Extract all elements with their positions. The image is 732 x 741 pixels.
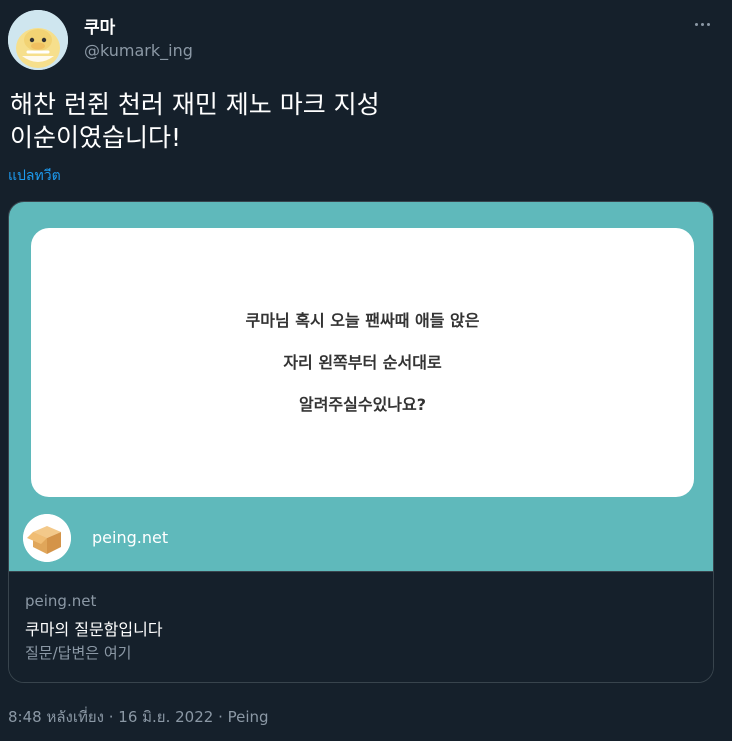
tweet-source[interactable]: Peing [228, 708, 269, 726]
question-line: 쿠마님 혹시 오늘 팬싸때 애들 앉은 [245, 310, 480, 330]
card-info[interactable]: peing.net 쿠마의 질문함입니다 질문/답변은 여기 [9, 571, 713, 682]
meta-separator: · [213, 708, 228, 726]
tweet-text-line: 해찬 런쥔 천러 재민 제노 마크 지성 [10, 90, 380, 119]
question-line: 자리 왼쪽부터 순서대로 [283, 352, 442, 372]
more-options-button[interactable] [690, 12, 714, 36]
question-line: 알려주실수있나요? [298, 394, 427, 414]
site-name: peing.net [92, 528, 169, 547]
translate-tweet-link[interactable]: แปลทวีต [8, 165, 61, 187]
duck-avatar-icon [8, 10, 68, 70]
meta-separator: · [103, 708, 119, 726]
site-logo [23, 514, 71, 562]
tweet-metadata: 8:48 หลังเที่ยง · 16 มิ.ย. 2022 · Peing [8, 705, 269, 729]
tweet-text: 해찬 런쥔 천러 재민 제노 마크 지성 이순이였습니다! [10, 88, 710, 154]
card-image[interactable]: 쿠마님 혹시 오늘 팬싸때 애들 앉은 자리 왼쪽부터 순서대로 알려주실수있나… [9, 202, 713, 571]
more-options-icon [694, 22, 698, 26]
box-logo-icon [23, 514, 71, 562]
tweet-time[interactable]: 8:48 หลังเที่ยง [8, 708, 104, 726]
card-description: 질문/답변은 여기 [25, 644, 132, 662]
tweet: 쿠마 @kumark_ing 해찬 런쥔 천러 재민 제노 마크 지성 이순이였… [0, 0, 732, 741]
more-options-icon [706, 22, 710, 26]
more-options-icon [700, 22, 704, 26]
tweet-text-line: 이순이였습니다! [10, 123, 182, 152]
question-box: 쿠마님 혹시 오늘 팬싸때 애들 앉은 자리 왼쪽부터 순서대로 알려주실수있나… [31, 228, 694, 497]
link-card[interactable]: 쿠마님 혹시 오늘 팬싸때 애들 앉은 자리 왼쪽부터 순서대로 알려주실수있나… [8, 201, 714, 683]
author-display-name[interactable]: 쿠마 [84, 13, 115, 38]
card-title: 쿠마의 질문함입니다 [25, 620, 163, 639]
tweet-date[interactable]: 16 มิ.ย. 2022 [118, 708, 213, 726]
author-handle[interactable]: @kumark_ing [84, 41, 193, 60]
card-domain: peing.net [25, 592, 97, 610]
author-avatar[interactable] [8, 10, 68, 70]
